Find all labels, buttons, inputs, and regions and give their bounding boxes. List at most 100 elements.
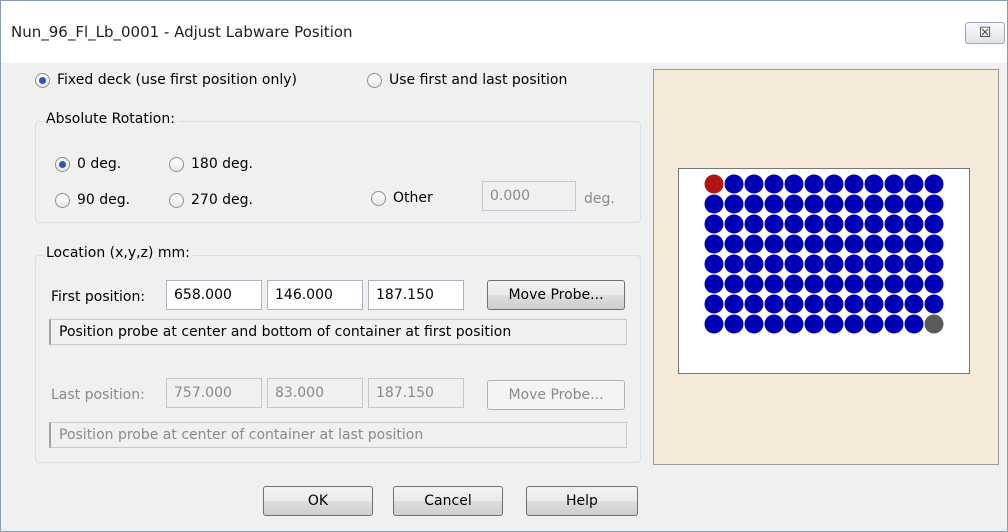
rotation-0-radio[interactable]: [55, 157, 70, 172]
plate-well: [824, 274, 844, 294]
rotation-270-label: 270 deg.: [191, 192, 254, 208]
plate-well: [924, 234, 944, 254]
plate-well: [764, 194, 784, 214]
plate-well: [864, 254, 884, 274]
plate-well: [824, 254, 844, 274]
plate-well: [724, 294, 744, 314]
help-button[interactable]: Help: [526, 486, 638, 516]
plate-well: [864, 234, 884, 254]
plate-well: [804, 314, 824, 334]
plate-well: [904, 214, 924, 234]
plate-well: [844, 274, 864, 294]
labware-preview: [653, 69, 999, 465]
plate-well: [804, 274, 824, 294]
ok-button[interactable]: OK: [263, 486, 373, 516]
plate-well: [864, 174, 884, 194]
plate-well: [704, 314, 724, 334]
first-z-input[interactable]: 187.150: [368, 280, 464, 310]
plate-well: [924, 254, 944, 274]
plate-well: [884, 254, 904, 274]
plate-well: [704, 194, 724, 214]
first-position-info: Position probe at center and bottom of c…: [49, 319, 627, 345]
first-last-radio[interactable]: [367, 73, 382, 88]
plate-well: [764, 234, 784, 254]
last-position-label: Last position:: [51, 387, 145, 403]
plate-well: [764, 254, 784, 274]
plate-well: [824, 174, 844, 194]
plate-well: [924, 174, 944, 194]
rotation-other-radio[interactable]: [371, 191, 386, 206]
first-position-label: First position:: [51, 289, 146, 305]
rotation-other-label: Other: [393, 190, 433, 206]
plate-well: [844, 214, 864, 234]
first-well: [704, 174, 724, 194]
dialog-window: Nun_96_Fl_Lb_0001 - Adjust Labware Posit…: [0, 0, 1008, 532]
close-icon: ☒: [978, 25, 992, 41]
plate-well: [824, 214, 844, 234]
plate-well: [744, 294, 764, 314]
plate-well: [724, 234, 744, 254]
plate-well: [924, 274, 944, 294]
plate-well: [784, 314, 804, 334]
plate-wells: [704, 174, 944, 334]
plate-well: [744, 254, 764, 274]
plate-well: [804, 254, 824, 274]
plate-well: [804, 294, 824, 314]
fixed-deck-radio[interactable]: [35, 73, 50, 88]
plate-well: [704, 274, 724, 294]
plate-well: [704, 294, 724, 314]
plate-well: [784, 274, 804, 294]
plate-well: [844, 314, 864, 334]
cancel-button[interactable]: Cancel: [393, 486, 503, 516]
first-x-input[interactable]: 658.000: [166, 280, 262, 310]
plate-well: [744, 274, 764, 294]
plate-well: [764, 214, 784, 234]
plate-well: [924, 294, 944, 314]
last-z-input[interactable]: 187.150: [368, 378, 464, 408]
rotation-270-radio[interactable]: [169, 193, 184, 208]
plate-well: [724, 194, 744, 214]
plate-well: [724, 214, 744, 234]
rotation-other-input[interactable]: 0.000: [482, 181, 576, 211]
plate-well: [764, 294, 784, 314]
plate-well: [904, 294, 924, 314]
rotation-180-label: 180 deg.: [191, 156, 254, 172]
plate-well: [924, 214, 944, 234]
plate-well: [784, 194, 804, 214]
rotation-90-radio[interactable]: [55, 193, 70, 208]
last-move-probe-button[interactable]: Move Probe...: [487, 380, 625, 410]
rotation-0-label: 0 deg.: [77, 156, 122, 172]
plate-well: [804, 174, 824, 194]
rotation-180-radio[interactable]: [169, 157, 184, 172]
plate-outline: [678, 168, 970, 374]
first-move-probe-button[interactable]: Move Probe...: [487, 280, 625, 310]
plate-well: [864, 274, 884, 294]
plate-well: [864, 314, 884, 334]
close-button[interactable]: ☒: [965, 22, 1005, 44]
plate-well: [704, 234, 724, 254]
plate-well: [884, 174, 904, 194]
last-x-input[interactable]: 757.000: [166, 378, 262, 408]
plate-well: [784, 294, 804, 314]
plate-well: [744, 214, 764, 234]
plate-well: [884, 294, 904, 314]
plate-well: [804, 234, 824, 254]
plate-well: [904, 194, 924, 214]
plate-well: [744, 194, 764, 214]
plate-well: [704, 214, 724, 234]
plate-well: [884, 314, 904, 334]
plate-well: [784, 174, 804, 194]
fixed-deck-label: Fixed deck (use first position only): [57, 72, 297, 88]
first-y-input[interactable]: 146.000: [267, 280, 363, 310]
last-position-info: Position probe at center of container at…: [49, 422, 627, 448]
last-y-input[interactable]: 83.000: [267, 378, 363, 408]
location-title: Location (x,y,z) mm:: [43, 245, 193, 261]
plate-well: [704, 254, 724, 274]
plate-well: [804, 194, 824, 214]
plate-well: [764, 274, 784, 294]
plate-well: [844, 194, 864, 214]
title-bar: Nun_96_Fl_Lb_0001 - Adjust Labware Posit…: [1, 1, 1007, 63]
plate-well: [784, 214, 804, 234]
plate-well: [744, 314, 764, 334]
plate-well: [884, 234, 904, 254]
